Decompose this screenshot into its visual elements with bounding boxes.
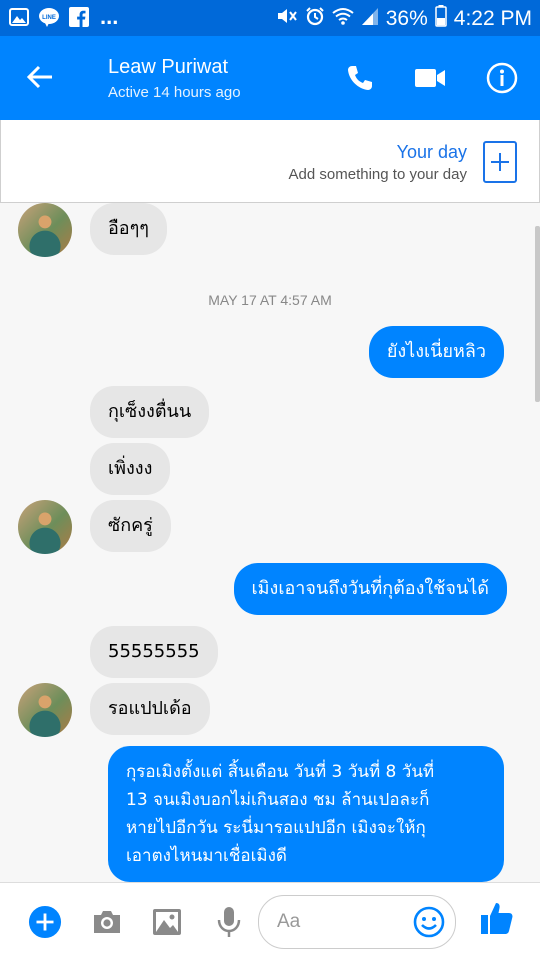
microphone-icon	[217, 907, 241, 937]
phone-call-button[interactable]	[344, 62, 376, 94]
add-more-button[interactable]	[28, 905, 62, 939]
plus-circle-icon	[28, 905, 62, 939]
add-story-plus-icon[interactable]	[483, 141, 517, 183]
incoming-message[interactable]: กุเซ็งงตื่นน	[90, 386, 210, 438]
outgoing-message[interactable]: เมิงเอาจนถึงวันที่กุต้องใช้จนได้	[233, 563, 507, 615]
info-icon	[486, 62, 518, 94]
status-indicators: 36% 4:22 PM	[276, 5, 532, 33]
active-status: Active 14 hours ago	[108, 84, 241, 101]
message-line: หายไปอีกวัน ระนี่มารอแปปอีก เมิงจะให้กุ	[126, 818, 426, 838]
contact-avatar[interactable]	[18, 203, 72, 257]
back-arrow-icon[interactable]	[26, 64, 56, 92]
video-camera-icon	[415, 69, 445, 87]
svg-text:LINE: LINE	[42, 15, 56, 21]
message-line: เอาตงไหนมาเชื่อเมิงดี	[126, 846, 287, 866]
your-day-title: Your day	[396, 142, 467, 162]
date-separator: MAY 17 AT 4:57 AM	[208, 292, 332, 308]
camera-icon	[94, 911, 120, 933]
mute-icon	[276, 6, 298, 32]
conversation-header: Leaw Puriwat Active 14 hours ago	[0, 36, 540, 120]
image-icon	[8, 6, 30, 28]
your-day-banner[interactable]: Your day Add something to your day	[0, 120, 540, 203]
status-bar: LINE ... 36% 4:22 PM	[0, 0, 540, 36]
phone-icon	[348, 66, 372, 90]
info-button[interactable]	[486, 62, 518, 94]
voice-button[interactable]	[212, 905, 246, 939]
image-icon	[153, 909, 181, 935]
battery-percent: 36%	[385, 7, 428, 30]
gallery-button[interactable]	[150, 905, 184, 939]
camera-button[interactable]	[90, 905, 124, 939]
battery-icon	[435, 5, 447, 33]
contact-avatar[interactable]	[18, 683, 72, 737]
like-button[interactable]	[480, 901, 514, 935]
line-app-icon: LINE	[38, 6, 60, 28]
message-composer	[0, 882, 540, 961]
notification-icons: LINE ...	[8, 6, 118, 28]
facebook-icon	[68, 6, 90, 28]
your-day-subtitle: Add something to your day	[288, 166, 467, 183]
signal-icon	[361, 6, 379, 32]
incoming-message[interactable]: ซักครู่	[90, 500, 171, 552]
scrollbar[interactable]	[535, 226, 540, 402]
outgoing-message-long[interactable]: กุรอเมิงตั้งแต่ สิ้นเดือน วันที่ 3 วันที…	[108, 746, 504, 882]
contact-avatar[interactable]	[18, 500, 72, 554]
message-line: 13 จนเมิงบอกไม่เกินสอง ชม ล้านเปอละก็	[126, 790, 430, 810]
video-call-button[interactable]	[414, 62, 446, 94]
more-notifications: ...	[100, 4, 119, 29]
outgoing-message[interactable]: ยังไงเนี่ยหลิว	[368, 326, 504, 378]
emoji-icon[interactable]	[413, 906, 445, 938]
alarm-icon	[305, 6, 325, 32]
thumbs-up-icon	[481, 903, 513, 934]
incoming-message[interactable]: อือๆๆ	[90, 203, 167, 255]
message-input-box[interactable]	[258, 895, 456, 949]
message-input[interactable]	[275, 908, 409, 936]
incoming-message[interactable]: 55555555	[90, 626, 218, 678]
contact-name[interactable]: Leaw Puriwat	[108, 56, 228, 79]
incoming-message[interactable]: รอแปปเด้อ	[90, 683, 210, 735]
wifi-icon	[332, 6, 354, 32]
incoming-message[interactable]: เพิ่งงง	[90, 443, 171, 495]
message-line: กุรอเมิงตั้งแต่ สิ้นเดือน วันที่ 3 วันที…	[126, 762, 435, 782]
clock-time: 4:22 PM	[453, 7, 532, 30]
